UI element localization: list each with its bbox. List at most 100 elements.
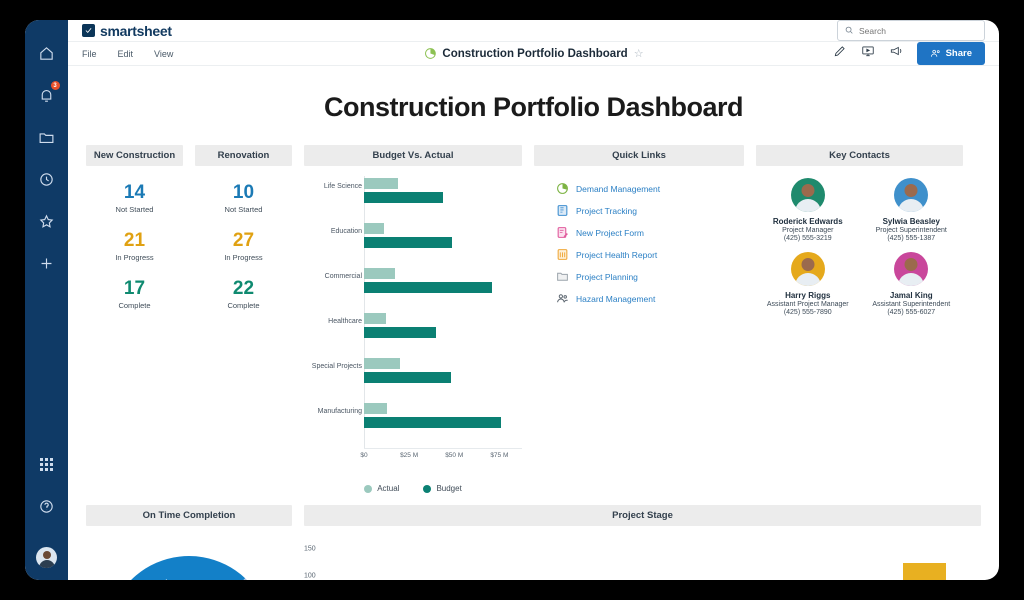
contact-card[interactable]: Jamal KingAssistant Superintendent(425) …: [860, 252, 964, 316]
widget-header: Quick Links: [534, 145, 744, 166]
dashboard-title: Construction Portfolio Dashboard: [86, 92, 981, 123]
notifications-icon[interactable]: 3: [32, 80, 62, 110]
search-box[interactable]: [837, 20, 985, 41]
metric-value: 10: [195, 183, 292, 203]
widget-renovation: Renovation 10 Not Started 27 In Progress…: [195, 145, 292, 310]
metric-value: 27: [195, 231, 292, 251]
contact-name: Harry Riggs: [756, 291, 860, 300]
bar-group: Commercial: [304, 266, 522, 311]
category-label: Commercial: [302, 273, 362, 282]
metric-value: 21: [86, 231, 183, 251]
x-tick-label: $0: [360, 452, 367, 459]
contact-role: Assistant Superintendent: [860, 301, 964, 308]
contact-card[interactable]: Roderick EdwardsProject Manager(425) 555…: [756, 178, 860, 242]
quick-link-item[interactable]: Project Planning: [556, 270, 744, 283]
metric-label: Complete: [195, 301, 292, 310]
chart-x-axis: [364, 448, 522, 449]
user-avatar[interactable]: [36, 547, 57, 568]
edit-pencil-icon[interactable]: [833, 44, 847, 63]
favorites-star-icon[interactable]: [32, 206, 62, 236]
on-time-gauge: On Time Late: [86, 538, 292, 580]
widget-on-time-completion: On Time Completion On Time Late: [86, 505, 292, 580]
main-area: smartsheet File Edit View Construction P…: [68, 20, 999, 580]
bar-budget: [364, 237, 452, 248]
legend-swatch: [423, 485, 431, 493]
announcement-megaphone-icon[interactable]: [889, 44, 903, 63]
sidebar-bottom: [25, 458, 68, 568]
contact-role: Assistant Project Manager: [756, 301, 860, 308]
widget-project-stage: Project Stage 050100150PlanningDesignPre…: [304, 505, 981, 580]
gauge-label-on-time: On Time: [148, 578, 178, 580]
contact-name: Roderick Edwards: [756, 217, 860, 226]
quick-link-item[interactable]: Demand Management: [556, 182, 744, 195]
bar-budget: [364, 282, 492, 293]
widget-header: Budget Vs. Actual: [304, 145, 522, 166]
bar-group: Education: [304, 221, 522, 266]
document-title-group: Construction Portfolio Dashboard ☆: [423, 47, 643, 60]
chart-legend: Actual Budget: [304, 484, 522, 493]
folder-icon[interactable]: [32, 122, 62, 152]
bar-actual: [364, 178, 398, 189]
widget-header: On Time Completion: [86, 505, 292, 526]
quick-link-item[interactable]: Project Health Report: [556, 248, 744, 261]
metric-value: 17: [86, 279, 183, 299]
widget-new-construction: New Construction 14 Not Started 21 In Pr…: [86, 145, 183, 310]
contact-card[interactable]: Harry RiggsAssistant Project Manager(425…: [756, 252, 860, 316]
top-bar: smartsheet: [68, 20, 999, 42]
present-icon[interactable]: [861, 44, 875, 63]
share-button-label: Share: [946, 48, 972, 59]
create-plus-icon[interactable]: [32, 248, 62, 278]
bar-group: Manufacturing: [304, 401, 522, 446]
quick-link-item[interactable]: Project Tracking: [556, 204, 744, 217]
widget-row-bottom: On Time Completion On Time Late Project …: [86, 505, 981, 580]
metric-label: Complete: [86, 301, 183, 310]
apps-grid-icon[interactable]: [40, 458, 53, 471]
widget-header: Renovation: [195, 145, 292, 166]
budget-bar-chart: Life ScienceEducationCommercialHealthcar…: [304, 176, 522, 476]
widget-quick-links: Quick Links Demand Management Project Tra…: [534, 145, 744, 314]
logo-checkmark-icon: [82, 24, 95, 37]
bar: [903, 563, 946, 580]
menu-edit[interactable]: Edit: [118, 49, 134, 59]
form-icon: [556, 226, 569, 239]
share-people-icon: [930, 48, 941, 59]
folder-icon: [556, 270, 569, 283]
menu-view[interactable]: View: [154, 49, 173, 59]
legend-item-budget: Budget: [423, 484, 461, 493]
quick-link-item[interactable]: New Project Form: [556, 226, 744, 239]
contact-phone: (425) 555-6027: [860, 309, 964, 316]
quick-link-label: Hazard Management: [576, 294, 655, 304]
x-tick-label: $50 M: [445, 452, 463, 459]
x-tick-label: $25 M: [400, 452, 418, 459]
favorite-star-icon[interactable]: ☆: [634, 47, 644, 60]
smartsheet-logo[interactable]: smartsheet: [82, 23, 172, 39]
widget-budget-vs-actual: Budget Vs. Actual Life ScienceEducationC…: [304, 145, 522, 493]
metric-value: 14: [86, 183, 183, 203]
help-icon[interactable]: [32, 491, 62, 521]
contact-card[interactable]: Sylwia BeasleyProject Superintendent(425…: [860, 178, 964, 242]
search-input[interactable]: [859, 26, 978, 36]
metric-not-started: 10 Not Started: [195, 183, 292, 214]
left-sidebar: 3: [25, 20, 68, 580]
bar-actual: [364, 268, 395, 279]
metric-label: Not Started: [195, 205, 292, 214]
bar-budget: [364, 372, 451, 383]
recents-clock-icon[interactable]: [32, 164, 62, 194]
people-icon: [556, 292, 569, 305]
bar-actual: [364, 403, 387, 414]
contact-phone: (425) 555-1387: [860, 235, 964, 242]
bar-budget: [364, 192, 443, 203]
contact-name: Sylwia Beasley: [860, 217, 964, 226]
legend-label: Actual: [377, 484, 399, 493]
sheet-icon: [556, 204, 569, 217]
contact-role: Project Superintendent: [860, 227, 964, 234]
bar-actual: [364, 223, 384, 234]
quick-link-item[interactable]: Hazard Management: [556, 292, 744, 305]
widget-header: New Construction: [86, 145, 183, 166]
share-button[interactable]: Share: [917, 42, 985, 65]
bar-budget: [364, 417, 501, 428]
home-icon[interactable]: [32, 38, 62, 68]
bar-actual: [364, 358, 400, 369]
page-title: Construction Portfolio Dashboard: [442, 48, 627, 60]
menu-file[interactable]: File: [82, 49, 97, 59]
